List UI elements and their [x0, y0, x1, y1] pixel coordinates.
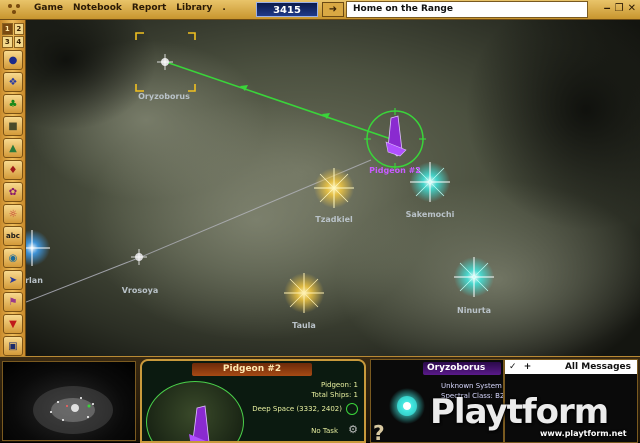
planet-tree-button[interactable]: ♣: [3, 94, 23, 114]
flag-button[interactable]: ⚑: [3, 292, 23, 312]
ship-panel: Pidgeon #2 Pidgeon: 1 Total Ships: 1 Dee…: [140, 359, 366, 443]
total-ships: Total Ships: 1: [311, 391, 358, 399]
menu-game[interactable]: Game: [34, 3, 63, 13]
view-2-button[interactable]: 2: [13, 23, 24, 35]
menu-items: Game Notebook Report Library .: [34, 3, 226, 13]
plus-icon[interactable]: +: [524, 362, 532, 372]
view-4-button[interactable]: 4: [13, 36, 24, 48]
menu-bar: Game Notebook Report Library . 3415 ➜ Ho…: [0, 0, 640, 20]
watermark-brand: Playtform: [430, 392, 609, 432]
star-label-rlan: rlan: [26, 276, 43, 285]
location-title: Home on the Range: [346, 1, 588, 18]
rainbow-button[interactable]: ☼: [3, 204, 23, 224]
star-map-canvas: [26, 20, 640, 356]
bomb-button[interactable]: ●: [3, 50, 23, 70]
menu-notebook[interactable]: Notebook: [73, 3, 122, 13]
shield-icon: ♦: [8, 164, 18, 176]
ships-icon: ❖: [8, 76, 18, 88]
star-label-taula: Taula: [292, 321, 316, 330]
menu-report[interactable]: Report: [132, 3, 166, 13]
watermark-url: www.playtform.net: [540, 429, 627, 438]
star-label-tzadkiel: Tzadkiel: [315, 215, 353, 224]
check-icon[interactable]: ✓: [509, 362, 517, 372]
book-button[interactable]: ▣: [3, 336, 23, 356]
dna-button[interactable]: ✿: [3, 182, 23, 202]
ship-panel-title: Pidgeon #2: [192, 363, 312, 376]
ships-button[interactable]: ❖: [3, 72, 23, 92]
ship-task: No Task: [311, 427, 338, 435]
system-status: Unknown System: [441, 382, 502, 390]
rainbow-icon: ☼: [8, 208, 18, 220]
star-map[interactable]: Oryzoborus Pidgeon #2 Tzadkiel Sakemochi…: [26, 20, 640, 356]
shield-button[interactable]: ♦: [3, 160, 23, 180]
galaxy-minimap[interactable]: [2, 361, 136, 441]
turn-counter: 3415: [256, 2, 318, 17]
star-label-ninurta: Ninurta: [457, 306, 491, 315]
gear-icon[interactable]: ⚙: [348, 423, 358, 436]
view-3-button[interactable]: 3: [2, 36, 13, 48]
factory-button[interactable]: ■: [3, 116, 23, 136]
book-icon: ▣: [8, 340, 18, 352]
next-turn-button[interactable]: ➜: [322, 2, 344, 17]
minimize-icon[interactable]: ‒: [604, 3, 611, 14]
factory-icon: ■: [8, 120, 18, 132]
ship-portrait: [146, 381, 244, 441]
planet-tree-icon: ♣: [8, 98, 18, 110]
ship-count: Pidgeon: 1: [321, 381, 358, 389]
star-ninurta[interactable]: [454, 257, 494, 297]
hammer-button[interactable]: ▼: [3, 314, 23, 334]
view-selector: 1 2 3 4: [2, 23, 24, 48]
star-tzadkiel[interactable]: [314, 168, 354, 208]
dna-icon: ✿: [8, 186, 18, 198]
location-target-icon[interactable]: [346, 403, 358, 415]
chart-icon: ▲: [9, 142, 17, 154]
arrow-right-icon: ➜: [328, 4, 338, 15]
fleet-icon: ➤: [8, 274, 18, 286]
ship-location: Deep Space (3332, 2402): [252, 405, 342, 413]
star-taula[interactable]: [284, 273, 324, 313]
globe-icon: ◉: [8, 252, 18, 264]
ship-label-pidgeon-2: Pidgeon #2: [369, 166, 421, 175]
abc-button[interactable]: abc: [3, 226, 23, 246]
restore-icon[interactable]: ❐: [615, 3, 624, 14]
fleet-button[interactable]: ➤: [3, 270, 23, 290]
svg-text:?: ?: [373, 421, 385, 443]
messages-header[interactable]: ✓ + All Messages: [505, 360, 637, 374]
ship-portrait-art: [189, 405, 210, 441]
left-toolbar: 1 2 3 4 ● ❖ ♣ ■ ▲ ♦ ✿ ☼ abc ◉ ➤ ⚑ ▼ ▣: [0, 20, 26, 356]
star-label-sakemochi: Sakemochi: [405, 210, 455, 219]
flag-icon: ⚑: [8, 296, 18, 308]
galaxy-minimap-canvas: [33, 386, 113, 434]
menu-ornament-icon: [6, 2, 24, 16]
globe-button[interactable]: ◉: [3, 248, 23, 268]
messages-filter[interactable]: All Messages: [565, 360, 631, 374]
star-label-vrosoya: Vrosoya: [121, 286, 159, 295]
view-1-button[interactable]: 1: [2, 23, 13, 35]
window-buttons: ‒ ❐ ✕: [604, 3, 636, 14]
abc-icon: abc: [6, 232, 20, 240]
menu-extra[interactable]: .: [222, 3, 225, 13]
menu-library[interactable]: Library: [176, 3, 212, 13]
bomb-icon: ●: [8, 54, 18, 66]
hammer-icon: ▼: [9, 318, 17, 330]
star-label-oryzoborus: Oryzoborus: [138, 92, 190, 101]
chart-button[interactable]: ▲: [3, 138, 23, 158]
close-icon[interactable]: ✕: [628, 3, 636, 14]
